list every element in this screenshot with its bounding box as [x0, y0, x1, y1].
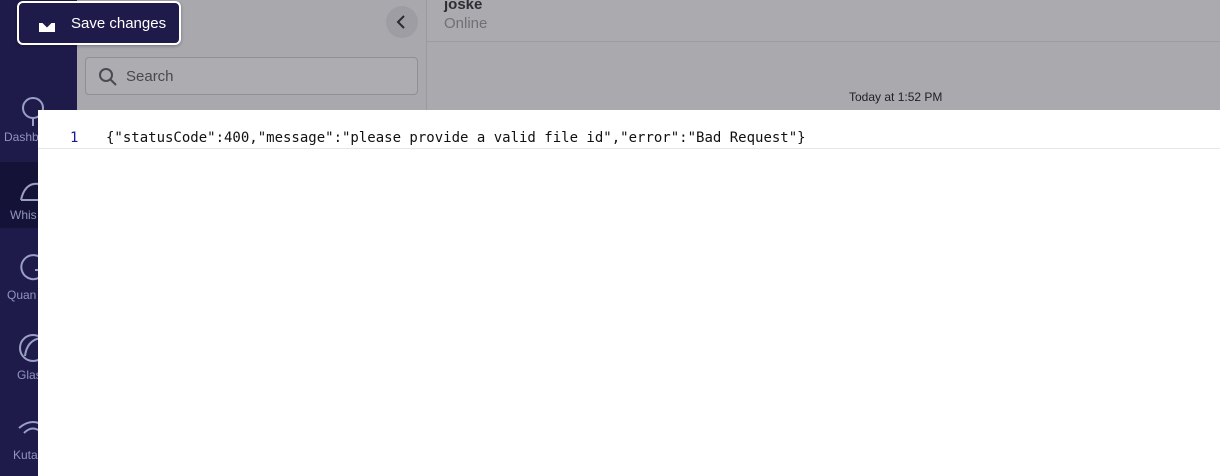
code-line: 1 {"statusCode":400,"message":"please pr… [38, 129, 1220, 149]
nav-label: Dashb [4, 130, 39, 144]
save-changes-button[interactable]: Save changes [17, 1, 181, 45]
search-field[interactable] [85, 57, 418, 95]
save-label: Save changes [71, 15, 167, 32]
chat-header: joske Online [427, 0, 1220, 42]
download-tray-icon [39, 16, 55, 32]
line-number: 1 [70, 130, 79, 146]
json-viewer: 1 {"statusCode":400,"message":"please pr… [38, 110, 1220, 476]
search-input[interactable] [126, 66, 406, 86]
nav-label: Quan [7, 288, 37, 302]
nav-label: Kuta [13, 448, 38, 462]
chevron-left-icon [396, 15, 405, 29]
line-content[interactable]: {"statusCode":400,"message":"please prov… [106, 130, 806, 146]
date-separator: Today at 1:52 PM [849, 90, 943, 104]
contact-status: Online [444, 15, 488, 32]
nav-label: Whis [10, 208, 37, 222]
search-icon [99, 68, 117, 86]
collapse-button[interactable] [386, 6, 418, 38]
contact-name: joske [444, 0, 483, 13]
